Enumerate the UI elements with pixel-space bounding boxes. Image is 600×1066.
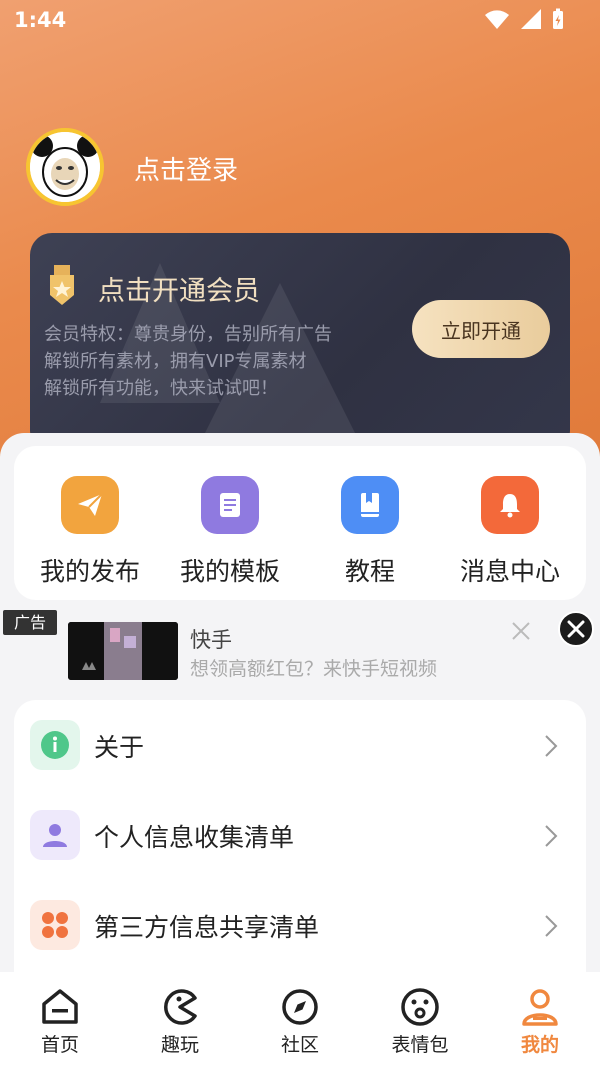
- signal-icon: [521, 9, 541, 29]
- panda-avatar-image: [30, 132, 100, 202]
- info-icon: [30, 720, 80, 770]
- chevron-right-icon: [545, 915, 558, 937]
- quick-action-tutorial[interactable]: 教程: [300, 476, 440, 588]
- quick-action-label: 我的模板: [179, 557, 280, 586]
- avatar[interactable]: [26, 128, 104, 206]
- list-item-label: 第三方信息共享清单: [94, 913, 320, 942]
- list-item-about[interactable]: 关于: [14, 700, 586, 790]
- list-item-personal-info[interactable]: 个人信息收集清单: [14, 790, 586, 880]
- wifi-icon: [485, 10, 509, 29]
- quick-action-label: 消息中心: [459, 557, 560, 586]
- list-item-third-party-sharing[interactable]: 第三方信息共享清单: [14, 880, 586, 970]
- settings-list: 关于 个人信息收集清单 第三方信息共享清单: [14, 700, 586, 1000]
- ad-title[interactable]: 快手: [190, 624, 232, 654]
- tab-community[interactable]: 社区: [240, 986, 360, 1057]
- status-time: 1:44: [14, 8, 67, 32]
- book-icon: [341, 476, 399, 534]
- pacman-icon: [164, 989, 197, 1025]
- tab-label: 首页: [40, 1034, 79, 1056]
- vip-benefit-line: 解锁所有功能，快来试试吧！: [44, 378, 278, 399]
- tab-label: 社区: [280, 1034, 319, 1056]
- medal-icon: [50, 265, 74, 305]
- tab-mine[interactable]: 我的: [480, 986, 600, 1057]
- vip-title: 点击开通会员: [98, 276, 260, 307]
- home-icon: [42, 989, 78, 1024]
- grid-icon: [30, 900, 80, 950]
- tab-label: 趣玩: [160, 1034, 199, 1056]
- quick-action-my-posts[interactable]: 我的发布: [20, 476, 160, 588]
- emoji-icon: [401, 988, 439, 1026]
- status-icons: [484, 8, 564, 30]
- vip-card[interactable]: 点击开通会员 会员特权：尊贵身份，告别所有广告 解锁所有素材，拥有VIP专属素材…: [30, 233, 570, 453]
- quick-action-message-center[interactable]: 消息中心: [440, 476, 580, 588]
- compass-icon: [282, 989, 318, 1025]
- list-item-label: 关于: [94, 733, 145, 762]
- tab-stickers[interactable]: 表情包: [360, 986, 480, 1057]
- template-icon: [201, 476, 259, 534]
- quick-action-my-templates[interactable]: 我的模板: [160, 476, 300, 588]
- quick-action-label: 我的发布: [39, 557, 140, 586]
- quick-actions-card: 我的发布 我的模板 教程 消息中心: [14, 446, 586, 600]
- vip-benefit-line: 会员特权：尊贵身份，告别所有广告: [44, 324, 332, 345]
- person-icon: [30, 810, 80, 860]
- tab-home[interactable]: 首页: [0, 986, 120, 1057]
- tab-label: 表情包: [391, 1034, 449, 1056]
- ad-dismiss-icon[interactable]: [508, 618, 534, 644]
- ad-video-thumbnail: [68, 622, 178, 680]
- bell-icon: [481, 476, 539, 534]
- ad-tag: 广告: [3, 610, 57, 635]
- list-item-label: 个人信息收集清单: [94, 823, 295, 852]
- profile-icon: [522, 989, 558, 1026]
- ad-close-button[interactable]: [558, 611, 594, 647]
- status-bar: 1:44: [0, 0, 600, 40]
- vip-benefit-line: 解锁所有素材，拥有VIP专属素材: [44, 351, 307, 372]
- close-icon: [567, 620, 585, 638]
- tab-label: 我的: [520, 1034, 559, 1056]
- bottom-tab-bar: 首页 趣玩 社区 表情包 我的: [0, 972, 600, 1066]
- send-icon: [61, 476, 119, 534]
- chevron-right-icon: [545, 825, 558, 847]
- vip-activate-button[interactable]: 立即开通: [412, 300, 550, 358]
- login-link[interactable]: 点击登录: [134, 150, 238, 187]
- ad-description[interactable]: 想领高额红包？来快手短视频: [190, 654, 437, 681]
- battery-icon: [553, 8, 563, 29]
- chevron-right-icon: [545, 735, 558, 757]
- ad-thumbnail[interactable]: [68, 622, 178, 680]
- tab-fun[interactable]: 趣玩: [120, 986, 240, 1057]
- quick-action-label: 教程: [344, 557, 395, 586]
